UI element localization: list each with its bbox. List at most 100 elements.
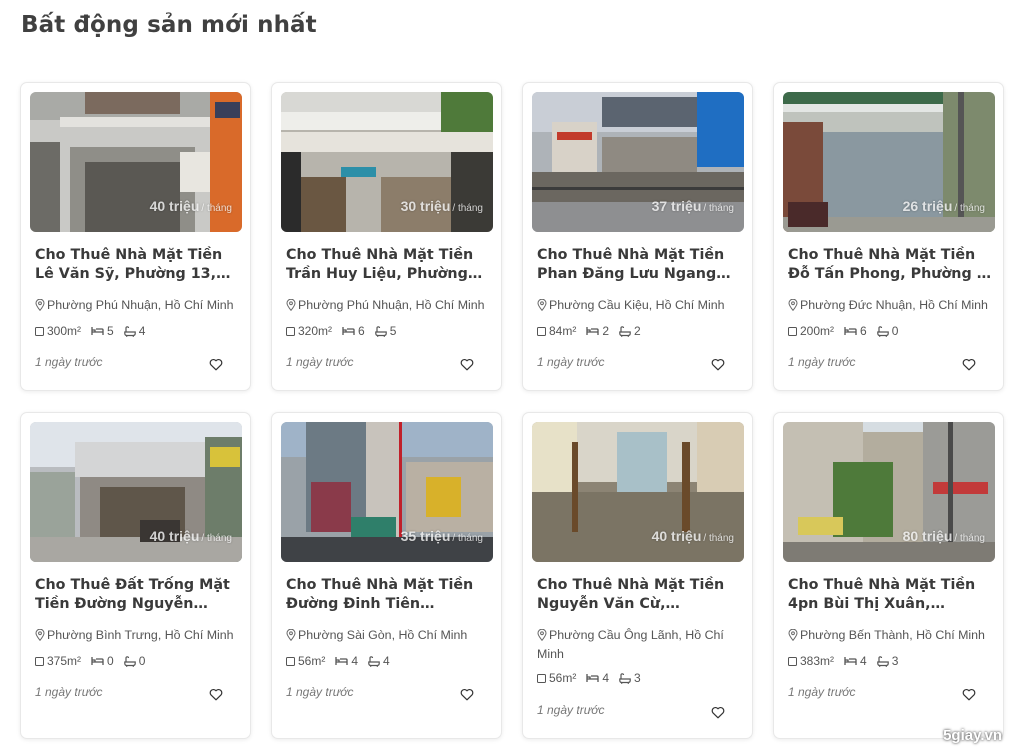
posted-time: 1 ngày trước [35, 685, 103, 699]
favorite-heart-icon[interactable] [209, 686, 223, 701]
bathtub-icon [619, 672, 631, 684]
map-pin-icon [788, 628, 800, 646]
listing-card[interactable]: 30 triệu / tháng Cho Thuê Nhà Mặt Tiền Tr… [271, 82, 502, 391]
listing-card[interactable]: 80 triệu / tháng Cho Thuê Nhà Mặt Tiền 4p… [773, 412, 1004, 739]
area-spec: 56m² [286, 654, 325, 668]
listing-location: Phường Sài Gòn, Hồ Chí Minh [286, 627, 491, 646]
listing-specs: 375m² 0 0 [35, 654, 155, 668]
bathtub-icon [619, 325, 631, 337]
listing-card[interactable]: 35 triệu / tháng Cho Thuê Nhà Mặt Tiền Đư… [271, 412, 502, 739]
listing-photo[interactable]: 26 triệu / tháng [783, 92, 995, 232]
listing-photo[interactable]: 80 triệu / tháng [783, 422, 995, 562]
listing-photo[interactable]: 30 triệu / tháng [281, 92, 493, 232]
favorite-heart-icon[interactable] [962, 356, 976, 371]
favorite-heart-icon[interactable] [711, 356, 725, 371]
beds-spec: 5 [91, 324, 114, 338]
bathtub-icon [123, 325, 136, 337]
area-square-icon [788, 656, 797, 666]
baths-spec: 3 [876, 654, 898, 668]
favorite-heart-icon[interactable] [711, 704, 725, 719]
listing-photo[interactable]: 37 triệu / tháng [532, 92, 744, 232]
beds-spec: 4 [586, 671, 609, 685]
listing-title[interactable]: Cho Thuê Nhà Mặt Tiền 4pn Bùi Thị Xuân, … [788, 576, 993, 614]
bathtub-icon [876, 655, 889, 667]
area-square-icon [286, 326, 295, 336]
favorite-heart-icon[interactable] [460, 356, 474, 371]
bathtub-icon [374, 325, 387, 337]
listing-title[interactable]: Cho Thuê Nhà Mặt Tiền Phan Đăng Lưu Ngan… [537, 246, 742, 284]
listing-specs: 320m² 6 5 [286, 324, 406, 338]
listing-photo[interactable]: 35 triệu / tháng [281, 422, 493, 562]
map-pin-icon [537, 298, 549, 316]
map-pin-icon [35, 298, 47, 316]
beds-spec: 6 [342, 324, 365, 338]
area-spec: 84m² [537, 324, 576, 338]
bed-icon [335, 657, 348, 665]
listing-title[interactable]: Cho Thuê Nhà Mặt Tiền Nguyễn Văn Cừ, Phư… [537, 576, 742, 614]
map-pin-icon [788, 298, 800, 316]
beds-spec: 2 [586, 324, 609, 338]
map-pin-icon [286, 628, 298, 646]
listing-photo[interactable]: 40 triệu / tháng [532, 422, 744, 562]
price-tag: 80 triệu / tháng [902, 528, 985, 544]
bed-icon [91, 327, 104, 335]
listing-location: Phường Bến Thành, Hồ Chí Minh [788, 627, 993, 646]
favorite-heart-icon[interactable] [209, 356, 223, 371]
section-title: Bất động sản mới nhất [21, 12, 317, 38]
area-spec: 200m² [788, 324, 834, 338]
area-spec: 320m² [286, 324, 332, 338]
watermark: 5giay.vn [943, 727, 1002, 744]
posted-time: 1 ngày trước [537, 703, 605, 717]
listing-photo[interactable]: 40 triệu / tháng [30, 422, 242, 562]
listing-title[interactable]: Cho Thuê Đất Trống Mặt Tiền Đường Nguyễn… [35, 576, 240, 614]
listing-title[interactable]: Cho Thuê Nhà Mặt Tiền Đỗ Tấn Phong, Phườ… [788, 246, 993, 284]
baths-spec: 2 [619, 324, 641, 338]
posted-time: 1 ngày trước [788, 685, 856, 699]
price-tag: 26 triệu / tháng [902, 198, 985, 214]
baths-spec: 0 [123, 654, 145, 668]
bed-icon [586, 674, 599, 682]
listing-photo[interactable]: 40 triệu / tháng [30, 92, 242, 232]
listing-location: Phường Phú Nhuận, Hồ Chí Minh [286, 297, 491, 316]
listing-card[interactable]: 40 triệu / tháng Cho Thuê Nhà Mặt Tiền Lê… [20, 82, 251, 391]
price-tag: 35 triệu / tháng [400, 528, 483, 544]
area-square-icon [286, 656, 295, 666]
bed-icon [91, 657, 104, 665]
listing-card[interactable]: 40 triệu / tháng Cho Thuê Đất Trống Mặt T… [20, 412, 251, 739]
favorite-heart-icon[interactable] [962, 686, 976, 701]
favorite-heart-icon[interactable] [460, 686, 474, 701]
area-spec: 56m² [537, 671, 576, 685]
baths-spec: 5 [374, 324, 396, 338]
listing-specs: 56m² 4 3 [537, 671, 651, 685]
listing-location: Phường Cầu Kiệu, Hồ Chí Minh [537, 297, 742, 316]
area-square-icon [35, 326, 44, 336]
listing-specs: 84m² 2 2 [537, 324, 651, 338]
listing-location: Phường Bình Trưng, Hồ Chí Minh [35, 627, 240, 646]
beds-spec: 4 [335, 654, 358, 668]
area-spec: 300m² [35, 324, 81, 338]
baths-spec: 0 [876, 324, 898, 338]
bathtub-icon [123, 655, 136, 667]
beds-spec: 6 [844, 324, 867, 338]
listing-specs: 300m² 5 4 [35, 324, 155, 338]
listing-location: Phường Cầu Ông Lãnh, Hồ Chí Minh [537, 628, 724, 661]
listing-title[interactable]: Cho Thuê Nhà Mặt Tiền Đường Đinh Tiên Ho… [286, 576, 491, 614]
baths-spec: 4 [368, 654, 390, 668]
price-tag: 40 triệu / tháng [149, 198, 232, 214]
price-tag: 30 triệu / tháng [400, 198, 483, 214]
listing-title[interactable]: Cho Thuê Nhà Mặt Tiền Trần Huy Liệu, Phư… [286, 246, 491, 284]
beds-spec: 0 [91, 654, 114, 668]
listing-card[interactable]: 26 triệu / tháng Cho Thuê Nhà Mặt Tiền Đỗ… [773, 82, 1004, 391]
baths-spec: 4 [123, 324, 145, 338]
price-tag: 40 triệu / tháng [149, 528, 232, 544]
listing-specs: 200m² 6 0 [788, 324, 908, 338]
listing-location: Phường Đức Nhuận, Hồ Chí Minh [788, 297, 993, 316]
listing-title[interactable]: Cho Thuê Nhà Mặt Tiền Lê Văn Sỹ, Phường … [35, 246, 240, 284]
bed-icon [586, 327, 599, 335]
listing-card[interactable]: 37 triệu / tháng Cho Thuê Nhà Mặt Tiền Ph… [522, 82, 753, 391]
bathtub-icon [876, 325, 889, 337]
bathtub-icon [368, 655, 380, 667]
listing-card[interactable]: 40 triệu / tháng Cho Thuê Nhà Mặt Tiền Ng… [522, 412, 753, 739]
price-tag: 40 triệu / tháng [651, 528, 734, 544]
bed-icon [844, 327, 857, 335]
